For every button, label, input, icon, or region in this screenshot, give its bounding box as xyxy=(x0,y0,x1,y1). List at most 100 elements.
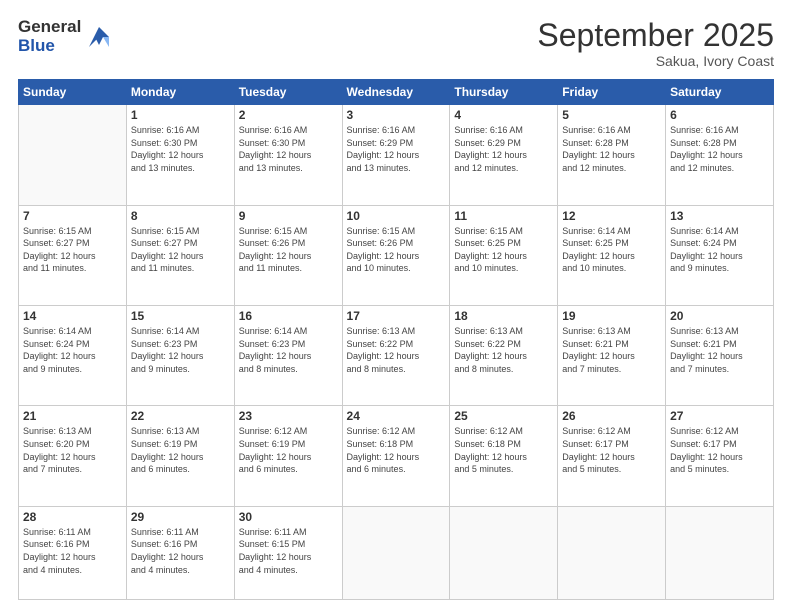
logo-icon xyxy=(85,23,113,51)
day-info: Sunrise: 6:13 AM Sunset: 6:19 PM Dayligh… xyxy=(131,425,230,475)
calendar-cell: 9 Sunrise: 6:15 AM Sunset: 6:26 PM Daylig… xyxy=(234,205,342,305)
calendar-cell: 30 Sunrise: 6:11 AM Sunset: 6:15 PM Dayli… xyxy=(234,506,342,599)
day-info: Sunrise: 6:16 AM Sunset: 6:30 PM Dayligh… xyxy=(131,124,230,174)
day-number: 28 xyxy=(23,510,122,524)
day-number: 26 xyxy=(562,409,661,423)
day-info: Sunrise: 6:15 AM Sunset: 6:26 PM Dayligh… xyxy=(239,225,338,275)
col-header-wednesday: Wednesday xyxy=(342,80,450,105)
calendar-cell: 18 Sunrise: 6:13 AM Sunset: 6:22 PM Dayli… xyxy=(450,306,558,406)
day-info: Sunrise: 6:16 AM Sunset: 6:29 PM Dayligh… xyxy=(347,124,446,174)
day-number: 9 xyxy=(239,209,338,223)
calendar-cell: 29 Sunrise: 6:11 AM Sunset: 6:16 PM Dayli… xyxy=(126,506,234,599)
col-header-thursday: Thursday xyxy=(450,80,558,105)
calendar-cell: 20Sunrise: 6:13 AM Sunset: 6:21 PM Dayli… xyxy=(666,306,774,406)
location: Sakua, Ivory Coast xyxy=(537,53,774,69)
page: General Blue September 2025 Sakua, Ivory… xyxy=(0,0,792,612)
calendar-cell: 1 Sunrise: 6:16 AM Sunset: 6:30 PM Daylig… xyxy=(126,105,234,205)
logo: General Blue xyxy=(18,18,113,55)
calendar-cell xyxy=(342,506,450,599)
col-header-monday: Monday xyxy=(126,80,234,105)
day-info: Sunrise: 6:13 AM Sunset: 6:22 PM Dayligh… xyxy=(347,325,446,375)
calendar-cell: 13 Sunrise: 6:14 AM Sunset: 6:24 PM Dayli… xyxy=(666,205,774,305)
day-number: 5 xyxy=(562,108,661,122)
day-number: 4 xyxy=(454,108,553,122)
day-number: 21 xyxy=(23,409,122,423)
calendar-cell: 14 Sunrise: 6:14 AM Sunset: 6:24 PM Dayli… xyxy=(19,306,127,406)
calendar-cell: 24Sunrise: 6:12 AM Sunset: 6:18 PM Dayli… xyxy=(342,406,450,506)
day-number: 8 xyxy=(131,209,230,223)
day-number: 3 xyxy=(347,108,446,122)
calendar-cell: 23Sunrise: 6:12 AM Sunset: 6:19 PM Dayli… xyxy=(234,406,342,506)
day-info: Sunrise: 6:15 AM Sunset: 6:27 PM Dayligh… xyxy=(23,225,122,275)
col-header-sunday: Sunday xyxy=(19,80,127,105)
calendar-cell xyxy=(19,105,127,205)
calendar-cell: 27 Sunrise: 6:12 AM Sunset: 6:17 PM Dayli… xyxy=(666,406,774,506)
calendar-cell xyxy=(450,506,558,599)
calendar-cell xyxy=(558,506,666,599)
calendar-cell: 15Sunrise: 6:14 AM Sunset: 6:23 PM Dayli… xyxy=(126,306,234,406)
day-number: 11 xyxy=(454,209,553,223)
day-number: 30 xyxy=(239,510,338,524)
day-number: 19 xyxy=(562,309,661,323)
day-info: Sunrise: 6:15 AM Sunset: 6:26 PM Dayligh… xyxy=(347,225,446,275)
day-info: Sunrise: 6:14 AM Sunset: 6:23 PM Dayligh… xyxy=(239,325,338,375)
calendar-cell: 26 Sunrise: 6:12 AM Sunset: 6:17 PM Dayli… xyxy=(558,406,666,506)
calendar-cell: 2Sunrise: 6:16 AM Sunset: 6:30 PM Daylig… xyxy=(234,105,342,205)
day-info: Sunrise: 6:13 AM Sunset: 6:20 PM Dayligh… xyxy=(23,425,122,475)
col-header-tuesday: Tuesday xyxy=(234,80,342,105)
calendar-cell: 22Sunrise: 6:13 AM Sunset: 6:19 PM Dayli… xyxy=(126,406,234,506)
calendar-cell: 11 Sunrise: 6:15 AM Sunset: 6:25 PM Dayli… xyxy=(450,205,558,305)
day-info: Sunrise: 6:12 AM Sunset: 6:18 PM Dayligh… xyxy=(347,425,446,475)
day-info: Sunrise: 6:15 AM Sunset: 6:25 PM Dayligh… xyxy=(454,225,553,275)
day-number: 25 xyxy=(454,409,553,423)
day-info: Sunrise: 6:14 AM Sunset: 6:24 PM Dayligh… xyxy=(670,225,769,275)
day-info: Sunrise: 6:16 AM Sunset: 6:29 PM Dayligh… xyxy=(454,124,553,174)
calendar-cell: 3 Sunrise: 6:16 AM Sunset: 6:29 PM Daylig… xyxy=(342,105,450,205)
calendar-cell: 4 Sunrise: 6:16 AM Sunset: 6:29 PM Daylig… xyxy=(450,105,558,205)
day-number: 6 xyxy=(670,108,769,122)
logo-blue: Blue xyxy=(18,37,81,56)
day-info: Sunrise: 6:16 AM Sunset: 6:30 PM Dayligh… xyxy=(239,124,338,174)
day-info: Sunrise: 6:12 AM Sunset: 6:19 PM Dayligh… xyxy=(239,425,338,475)
logo-general: General xyxy=(18,18,81,37)
day-number: 1 xyxy=(131,108,230,122)
day-info: Sunrise: 6:14 AM Sunset: 6:24 PM Dayligh… xyxy=(23,325,122,375)
month-title: September 2025 xyxy=(537,18,774,53)
day-info: Sunrise: 6:11 AM Sunset: 6:16 PM Dayligh… xyxy=(131,526,230,576)
day-info: Sunrise: 6:12 AM Sunset: 6:17 PM Dayligh… xyxy=(670,425,769,475)
day-number: 17 xyxy=(347,309,446,323)
day-number: 27 xyxy=(670,409,769,423)
calendar-cell: 25 Sunrise: 6:12 AM Sunset: 6:18 PM Dayli… xyxy=(450,406,558,506)
calendar-cell: 8 Sunrise: 6:15 AM Sunset: 6:27 PM Daylig… xyxy=(126,205,234,305)
calendar-cell: 19Sunrise: 6:13 AM Sunset: 6:21 PM Dayli… xyxy=(558,306,666,406)
day-number: 12 xyxy=(562,209,661,223)
day-info: Sunrise: 6:13 AM Sunset: 6:22 PM Dayligh… xyxy=(454,325,553,375)
title-block: September 2025 Sakua, Ivory Coast xyxy=(537,18,774,69)
calendar-cell: 28 Sunrise: 6:11 AM Sunset: 6:16 PM Dayli… xyxy=(19,506,127,599)
day-number: 18 xyxy=(454,309,553,323)
day-info: Sunrise: 6:12 AM Sunset: 6:17 PM Dayligh… xyxy=(562,425,661,475)
day-number: 29 xyxy=(131,510,230,524)
day-info: Sunrise: 6:16 AM Sunset: 6:28 PM Dayligh… xyxy=(670,124,769,174)
col-header-saturday: Saturday xyxy=(666,80,774,105)
day-info: Sunrise: 6:11 AM Sunset: 6:15 PM Dayligh… xyxy=(239,526,338,576)
day-info: Sunrise: 6:15 AM Sunset: 6:27 PM Dayligh… xyxy=(131,225,230,275)
day-number: 13 xyxy=(670,209,769,223)
calendar-cell: 5Sunrise: 6:16 AM Sunset: 6:28 PM Daylig… xyxy=(558,105,666,205)
day-info: Sunrise: 6:12 AM Sunset: 6:18 PM Dayligh… xyxy=(454,425,553,475)
header: General Blue September 2025 Sakua, Ivory… xyxy=(18,18,774,69)
calendar-cell: 6 Sunrise: 6:16 AM Sunset: 6:28 PM Daylig… xyxy=(666,105,774,205)
day-info: Sunrise: 6:13 AM Sunset: 6:21 PM Dayligh… xyxy=(670,325,769,375)
calendar-cell: 17 Sunrise: 6:13 AM Sunset: 6:22 PM Dayli… xyxy=(342,306,450,406)
day-info: Sunrise: 6:14 AM Sunset: 6:25 PM Dayligh… xyxy=(562,225,661,275)
calendar-cell: 10 Sunrise: 6:15 AM Sunset: 6:26 PM Dayli… xyxy=(342,205,450,305)
day-info: Sunrise: 6:11 AM Sunset: 6:16 PM Dayligh… xyxy=(23,526,122,576)
calendar-cell: 12 Sunrise: 6:14 AM Sunset: 6:25 PM Dayli… xyxy=(558,205,666,305)
calendar-cell xyxy=(666,506,774,599)
day-number: 15 xyxy=(131,309,230,323)
day-number: 10 xyxy=(347,209,446,223)
day-number: 14 xyxy=(23,309,122,323)
day-number: 7 xyxy=(23,209,122,223)
day-number: 16 xyxy=(239,309,338,323)
logo-text: General Blue xyxy=(18,18,81,55)
